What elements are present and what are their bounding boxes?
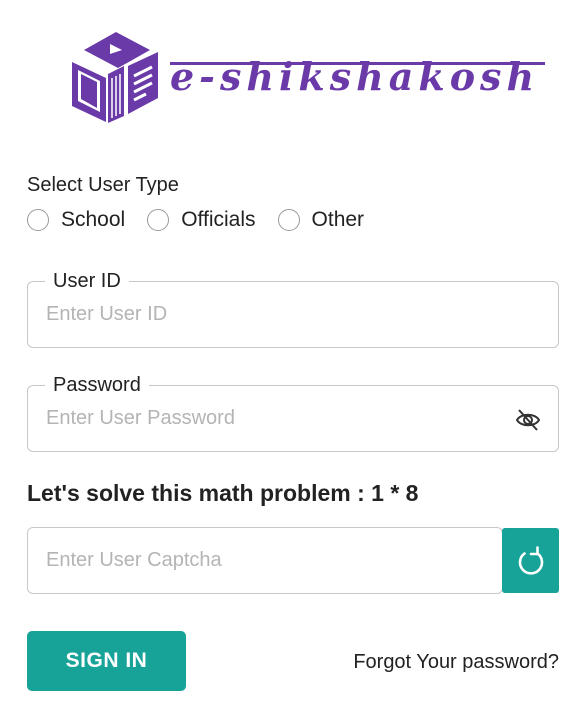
- forgot-password-link[interactable]: Forgot Your password?: [353, 651, 559, 674]
- captcha-question: Let's solve this math problem : 1 * 8: [27, 480, 419, 506]
- book-cube-icon: [72, 32, 158, 123]
- radio-officials[interactable]: Officials: [147, 208, 256, 232]
- password-input[interactable]: [46, 386, 486, 451]
- sign-in-button[interactable]: SIGN IN: [27, 631, 186, 691]
- user-type-radio-group: School Officials Other: [27, 208, 386, 232]
- radio-button[interactable]: [147, 209, 170, 231]
- brand-logo: e-shikshakosh: [66, 26, 546, 126]
- radio-label: School: [61, 208, 126, 231]
- refresh-icon: [518, 545, 543, 575]
- user-type-label: Select User Type: [27, 174, 179, 196]
- radio-label: Officials: [181, 208, 256, 231]
- radio-other[interactable]: Other: [277, 208, 365, 232]
- radio-button[interactable]: [277, 209, 300, 231]
- brand-name: e-shikshakosh: [170, 54, 546, 99]
- user-id-field: User ID: [27, 269, 559, 348]
- user-id-input[interactable]: [46, 282, 486, 347]
- radio-school[interactable]: School: [27, 208, 125, 232]
- radio-button[interactable]: [27, 209, 49, 231]
- eye-off-icon[interactable]: [514, 406, 542, 434]
- captcha-field: [27, 527, 503, 594]
- refresh-captcha-button[interactable]: [502, 528, 559, 593]
- captcha-input[interactable]: [46, 528, 486, 593]
- radio-label: Other: [311, 208, 365, 231]
- password-field: Password: [27, 373, 559, 452]
